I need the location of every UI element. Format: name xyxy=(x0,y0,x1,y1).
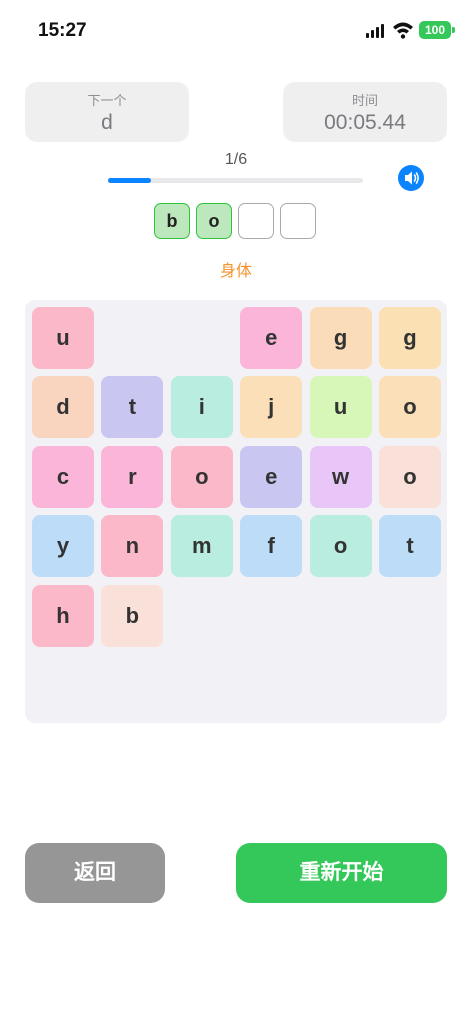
letter-tile[interactable]: c xyxy=(32,445,94,508)
wifi-icon xyxy=(393,22,413,39)
status-bar: 15:27 100 xyxy=(0,0,472,60)
letter-tile[interactable]: o xyxy=(379,445,441,508)
word-hint: 身体 xyxy=(219,263,252,280)
progress-bar xyxy=(108,178,363,183)
letter-tile[interactable]: m xyxy=(170,515,233,578)
back-button[interactable]: 返回 xyxy=(25,843,165,903)
letter-tile[interactable]: y xyxy=(32,515,94,578)
word-slot xyxy=(238,203,274,239)
timer-label: 时间 xyxy=(351,93,378,108)
next-letter-value: d xyxy=(101,111,113,134)
timer-value: 00:05.44 xyxy=(324,111,406,134)
letter-tile[interactable]: d xyxy=(32,376,94,439)
letter-tile[interactable]: e xyxy=(240,445,303,508)
restart-button[interactable]: 重新开始 xyxy=(236,843,447,903)
timer-card: 时间 00:05.44 xyxy=(283,82,447,142)
status-time: 15:27 xyxy=(38,20,87,41)
battery-icon: 100 xyxy=(419,21,455,39)
cellular-signal-icon xyxy=(366,24,384,38)
letter-tile[interactable]: f xyxy=(240,515,303,578)
speaker-icon xyxy=(405,171,419,185)
letter-board: ueggdtijuocroewoynmfothb xyxy=(25,300,447,723)
letter-tile[interactable]: n xyxy=(101,515,164,578)
letter-tile[interactable]: b xyxy=(101,584,164,647)
letter-tile[interactable]: w xyxy=(309,445,372,508)
letter-tile[interactable]: o xyxy=(309,515,372,578)
next-letter-card: 下一个 d xyxy=(25,82,189,142)
letter-tile[interactable]: o xyxy=(379,376,441,439)
letter-tile[interactable]: g xyxy=(379,307,441,369)
speaker-button[interactable] xyxy=(398,165,424,191)
letter-tile[interactable]: o xyxy=(170,445,233,508)
word-slot xyxy=(280,203,316,239)
letter-tile[interactable]: g xyxy=(309,307,372,369)
letter-tile[interactable]: r xyxy=(101,445,164,508)
letter-tile[interactable]: t xyxy=(101,376,164,439)
progress-bar-fill xyxy=(108,178,151,183)
next-letter-label: 下一个 xyxy=(87,93,127,108)
word-slot: b xyxy=(154,203,190,239)
letter-tile[interactable]: u xyxy=(309,376,372,439)
letter-tile[interactable]: h xyxy=(32,584,94,647)
word-slot: o xyxy=(196,203,232,239)
letter-tile[interactable]: i xyxy=(170,376,233,439)
letter-tile[interactable]: u xyxy=(32,307,94,369)
letter-tile[interactable]: t xyxy=(379,515,441,578)
letter-tile[interactable]: j xyxy=(240,376,303,439)
letter-tile[interactable]: e xyxy=(240,307,303,369)
